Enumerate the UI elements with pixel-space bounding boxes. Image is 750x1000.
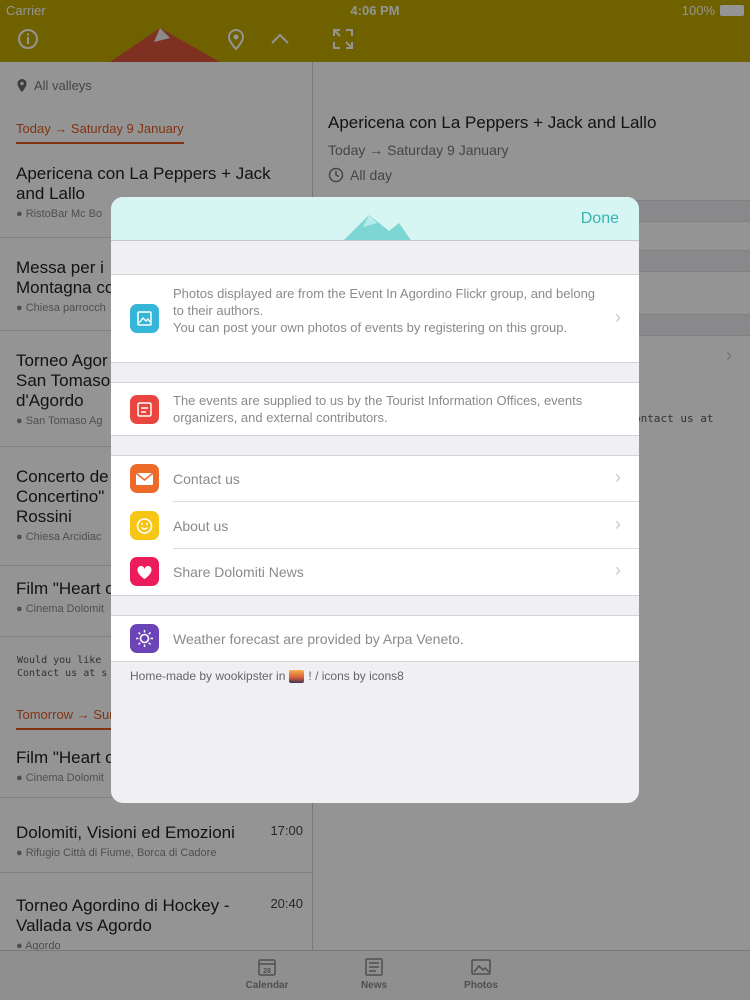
contact-us-label: Contact us: [173, 471, 240, 487]
heart-icon: [130, 557, 159, 586]
weather-info-text: Weather forecast are provided by Arpa Ve…: [173, 631, 464, 647]
photos-info-group[interactable]: Photos displayed are from the Event In A…: [111, 274, 639, 363]
contact-us-row[interactable]: Contact us ›: [111, 456, 639, 502]
modal-header: Done: [111, 197, 639, 241]
chevron-right-icon: ›: [615, 467, 621, 487]
share-label: Share Dolomiti News: [173, 564, 304, 580]
chevron-right-icon: ›: [615, 514, 621, 534]
events-info-row: The events are supplied to us by the Tou…: [111, 383, 639, 435]
mail-icon: [130, 464, 159, 493]
credits-footer: Home-made by wookipster in ! / icons by …: [130, 669, 404, 683]
events-info-group: The events are supplied to us by the Tou…: [111, 382, 639, 436]
credits-left: Home-made by wookipster in: [130, 669, 286, 683]
share-row[interactable]: Share Dolomiti News ›: [111, 549, 639, 595]
events-info-text: The events are supplied to us by the Tou…: [173, 393, 583, 425]
about-us-label: About us: [173, 518, 229, 534]
mountain-logo-icon: [344, 215, 411, 240]
credits-right: ! / icons by icons8: [308, 669, 404, 683]
sunset-emoji-icon: [289, 669, 305, 683]
weather-info-group: Weather forecast are provided by Arpa Ve…: [111, 615, 639, 662]
photos-icon: [130, 304, 159, 333]
weather-info-row: Weather forecast are provided by Arpa Ve…: [111, 616, 639, 661]
calendar-icon: [130, 395, 159, 424]
photos-info-row[interactable]: Photos displayed are from the Event In A…: [111, 275, 639, 362]
smiley-icon: [130, 511, 159, 540]
photos-info-text: Photos displayed are from the Event In A…: [173, 286, 596, 335]
done-button[interactable]: Done: [581, 210, 619, 228]
actions-group: Contact us › About us › Share Dolomiti N…: [111, 455, 639, 596]
about-us-row[interactable]: About us ›: [111, 502, 639, 549]
chevron-right-icon: ›: [615, 560, 621, 580]
info-modal: Done Photos displayed are from the Event…: [111, 197, 639, 803]
sun-icon: [130, 624, 159, 653]
chevron-right-icon: ›: [615, 307, 621, 327]
